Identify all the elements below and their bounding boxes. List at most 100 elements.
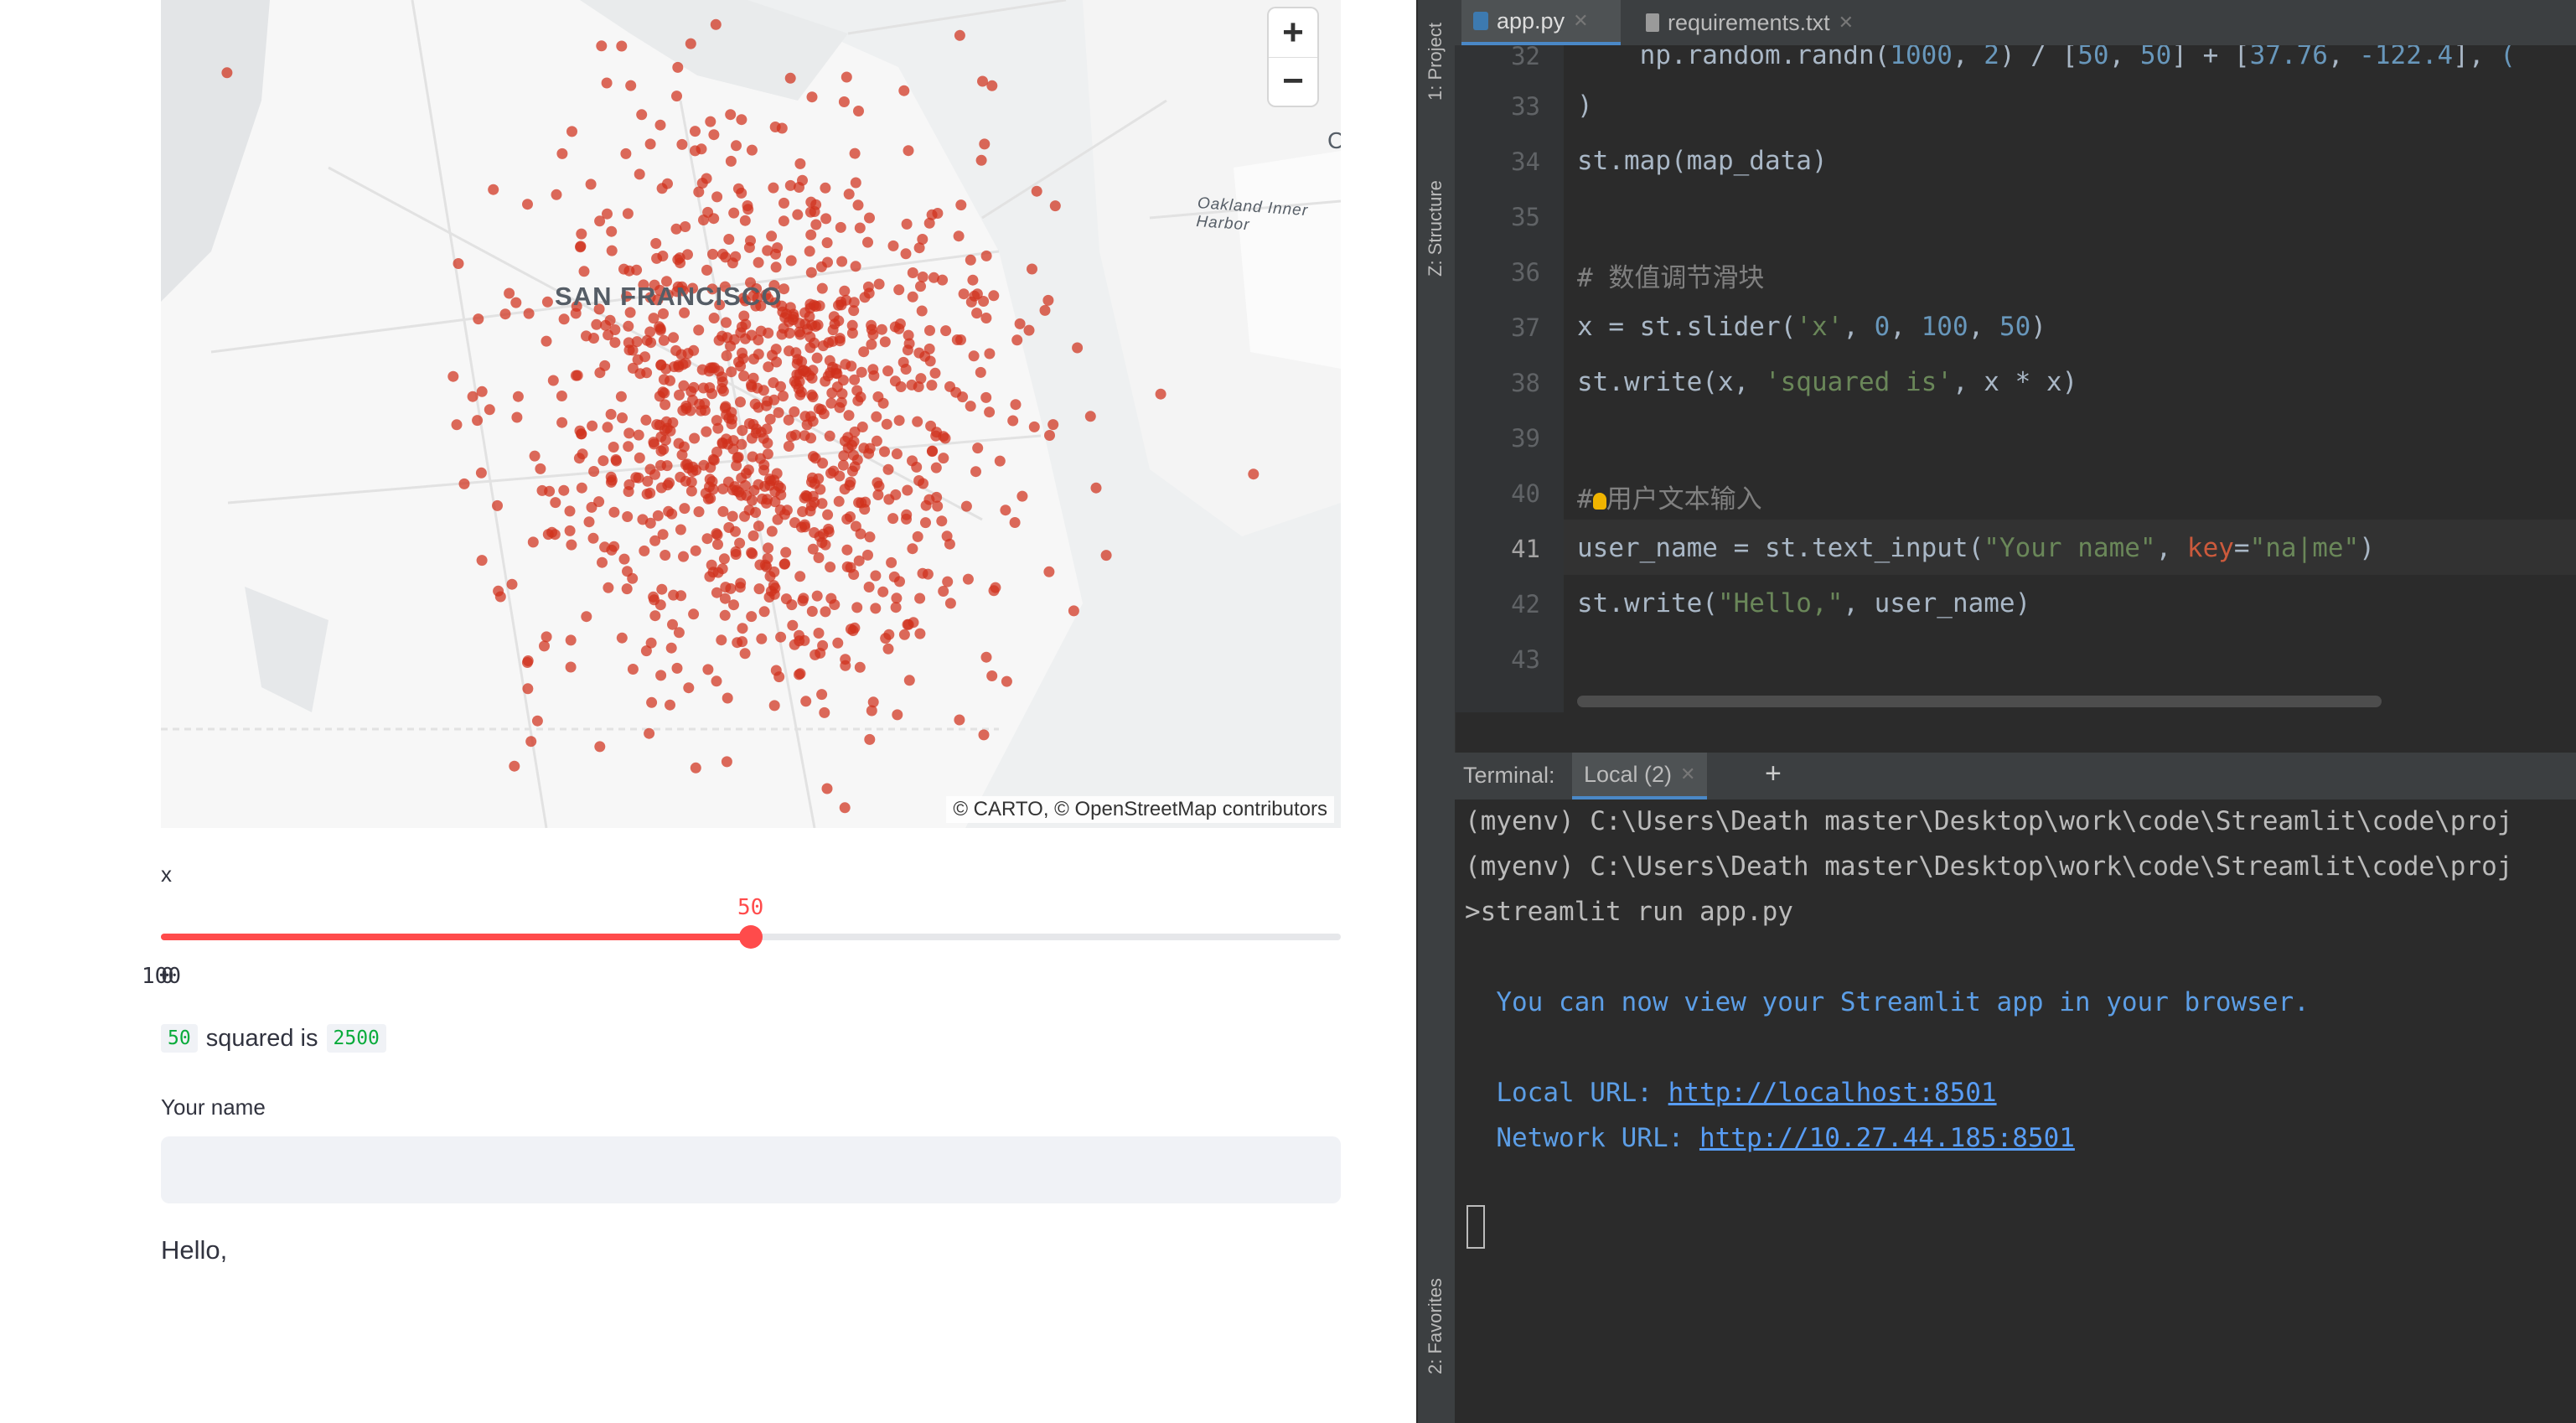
map-point [796, 521, 807, 533]
terminal-line: >streamlit run app.py [1465, 897, 1793, 927]
tab-app-py[interactable]: app.py ✕ [1461, 0, 1621, 45]
horizontal-scrollbar[interactable] [1577, 696, 2382, 707]
map-point [1000, 505, 1011, 516]
map-point [938, 431, 949, 442]
terminal-tab-local[interactable]: Local (2) ✕ [1572, 753, 1708, 799]
map-point [649, 610, 661, 622]
map-point [737, 425, 748, 437]
map-point [578, 266, 590, 277]
map-point [848, 297, 860, 308]
map-point [994, 455, 1006, 467]
terminal-title: Terminal: [1463, 763, 1555, 788]
map-point [736, 321, 747, 333]
zoom-in-button[interactable]: + [1269, 8, 1317, 58]
map-point [646, 696, 658, 708]
map-point [799, 634, 810, 646]
slider-thumb[interactable] [739, 925, 763, 949]
map-point [1039, 304, 1051, 316]
map-point [632, 354, 644, 365]
terminal-output[interactable]: (myenv) C:\Users\Death master\Desktop\wo… [1455, 799, 2576, 1423]
code-editor[interactable]: np.random.randn(1000, 2) / [50, 50] + [3… [1564, 45, 2576, 712]
close-icon[interactable]: ✕ [1573, 10, 1588, 32]
local-url-link[interactable]: http://localhost:8501 [1668, 1078, 1997, 1108]
map-point [789, 639, 800, 650]
map-point [746, 381, 758, 392]
map-point [654, 599, 666, 611]
map-point [852, 199, 864, 211]
map-point [696, 143, 707, 155]
map-point [644, 326, 656, 338]
map-point [564, 525, 576, 536]
map-point [815, 484, 826, 495]
name-input[interactable] [161, 1136, 1341, 1203]
map-point [617, 412, 628, 424]
map-point [784, 345, 794, 357]
terminal-line: (myenv) C:\Users\Death master\Desktop\wo… [1465, 806, 2513, 836]
map-point [725, 155, 737, 167]
map-point [556, 417, 568, 428]
map-point [748, 484, 760, 496]
map-point [851, 602, 863, 613]
map-point [797, 506, 809, 517]
tool-project[interactable]: 1: Project [1425, 23, 1446, 101]
map-view[interactable]: SAN FRANCISCO Oakland Inner Harbor C + −… [161, 0, 1341, 828]
tab-requirements[interactable]: requirements.txt ✕ [1636, 0, 1854, 45]
tool-favorites[interactable]: 2: Favorites [1425, 1278, 1446, 1374]
map-point [711, 529, 723, 541]
map-point [932, 208, 944, 219]
map-point [1010, 399, 1022, 411]
map-point [706, 559, 717, 571]
slider-track[interactable] [161, 925, 1341, 949]
map-point [609, 324, 621, 335]
code-line-32: np.random.randn(1000, 2) / [50, 50] + [3… [1577, 45, 2516, 70]
lightbulb-icon[interactable] [1592, 492, 1606, 510]
map-point [797, 174, 808, 186]
map-point [855, 528, 866, 540]
map-point [623, 427, 635, 439]
map-point [701, 533, 713, 545]
map-point [728, 599, 739, 611]
add-terminal-button[interactable]: + [1765, 758, 1782, 790]
map-attribution[interactable]: © CARTO, © OpenStreetMap contributors [946, 796, 1334, 823]
map-point [675, 524, 686, 536]
map-point [687, 466, 699, 478]
map-point [870, 603, 882, 614]
map-point [816, 498, 828, 510]
network-url-line: Network URL: http://10.27.44.185:8501 [1465, 1123, 2075, 1153]
map-point [753, 349, 764, 360]
network-url-link[interactable]: http://10.27.44.185:8501 [1699, 1123, 2075, 1153]
map-point [841, 544, 853, 556]
map-point [898, 629, 910, 640]
map-zoom-controls: + − [1269, 8, 1317, 106]
map-point [780, 593, 792, 605]
map-point [762, 437, 773, 449]
zoom-out-button[interactable]: − [1269, 57, 1317, 106]
map-point [975, 366, 986, 378]
map-point [984, 406, 996, 418]
close-icon[interactable]: ✕ [1839, 12, 1854, 34]
map-point [873, 480, 885, 492]
map-point [676, 138, 688, 150]
map-point [810, 219, 822, 230]
map-point [725, 109, 737, 121]
map-point [522, 199, 533, 210]
line-number: 33 [1511, 92, 1540, 121]
tool-structure[interactable]: Z: Structure [1425, 180, 1446, 277]
map-point [623, 486, 634, 497]
map-point [965, 401, 976, 412]
map-point [977, 75, 988, 87]
map-edge-label: C [1327, 127, 1341, 153]
map-point [877, 586, 889, 598]
line-number: 40 [1511, 479, 1540, 508]
squared-output: 50 squared is 2500 [161, 1024, 386, 1053]
map-point [587, 532, 599, 544]
map-point [986, 80, 998, 91]
map-point [942, 576, 954, 587]
map-point [902, 344, 913, 356]
map-point [637, 514, 649, 525]
map-point [606, 245, 618, 256]
map-point [882, 463, 894, 475]
close-icon[interactable]: ✕ [1680, 763, 1695, 785]
map-point [634, 168, 645, 180]
map-point [867, 696, 879, 708]
